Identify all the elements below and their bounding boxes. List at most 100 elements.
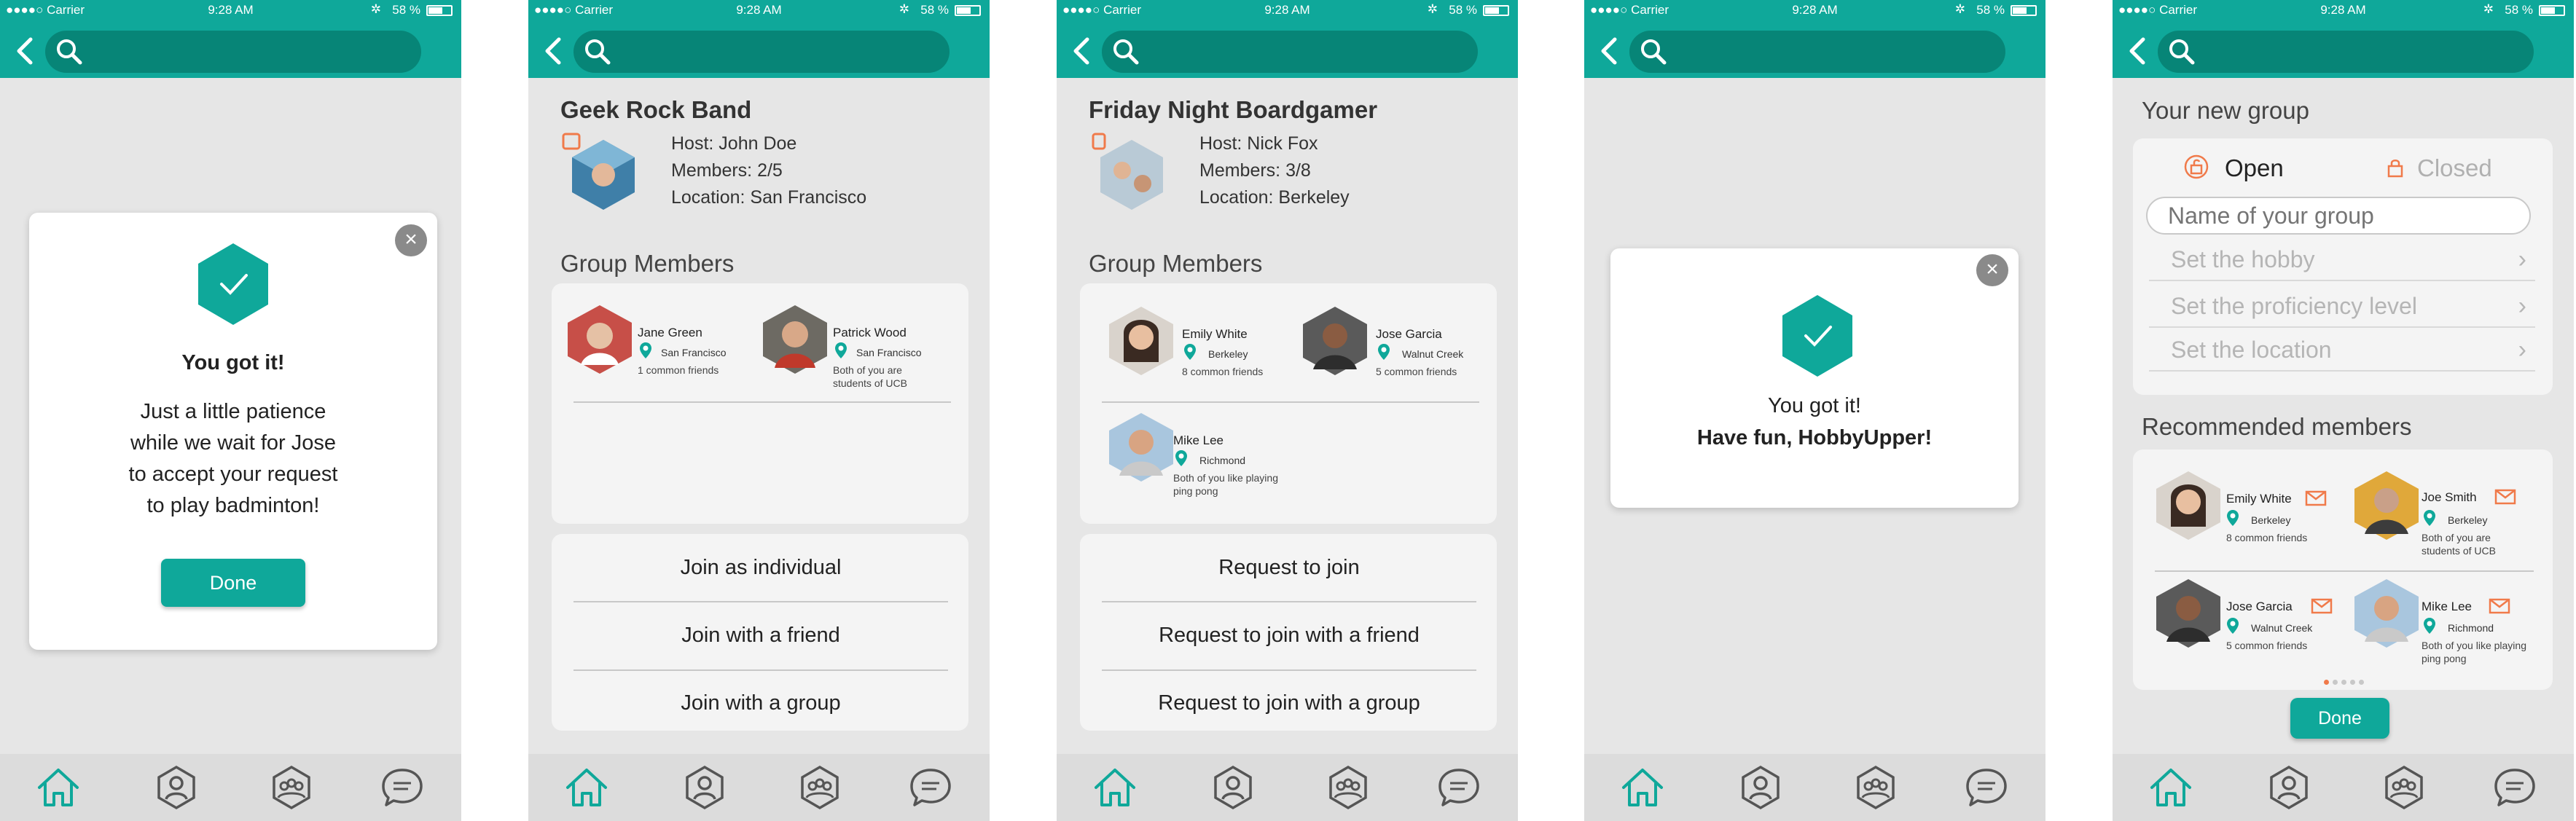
carousel-dot[interactable] (2341, 680, 2346, 685)
carousel-dot[interactable] (2350, 680, 2355, 685)
tab-profile[interactable] (681, 764, 728, 811)
tab-profile[interactable] (2266, 764, 2312, 811)
join-with-friend-button[interactable]: Join with a friend (573, 602, 948, 669)
tab-chat[interactable] (2491, 764, 2538, 811)
battery-percent: 58 % (1976, 3, 2005, 17)
message-line: Just a little patience (140, 400, 326, 423)
back-arrow-icon[interactable] (1070, 36, 1095, 66)
home-icon (38, 769, 79, 806)
member-name: Emily White (2226, 492, 2292, 506)
avatar (568, 305, 632, 374)
close-icon[interactable]: × (395, 224, 427, 256)
mail-icon[interactable] (2489, 598, 2510, 614)
search-input[interactable] (2201, 38, 2522, 66)
carousel-dot[interactable] (2359, 680, 2364, 685)
tab-home[interactable] (1092, 764, 1138, 811)
back-arrow-icon[interactable] (541, 36, 566, 66)
tab-home[interactable] (35, 764, 82, 811)
tab-home[interactable] (2148, 764, 2194, 811)
location-pin-icon (1175, 450, 1187, 466)
home-icon (2150, 769, 2191, 806)
group-name: Friday Night Boardgamer (1089, 96, 1378, 123)
group-location: Location: San Francisco (671, 187, 867, 208)
battery-icon (2539, 5, 2565, 16)
back-arrow-icon[interactable] (13, 36, 38, 66)
chevron-right-icon: › (2518, 336, 2526, 364)
request-join-friend-button[interactable]: Request to join with a friend (1102, 602, 1476, 669)
member-note: 5 common friends (2226, 640, 2308, 651)
carousel-dot[interactable] (2333, 680, 2338, 685)
app-header: ●●●●○ Carrier 9:28 AM ✲ 58 % (0, 0, 461, 78)
tab-bar (1584, 754, 2045, 821)
mail-icon[interactable] (2305, 490, 2327, 506)
tab-profile[interactable] (1737, 764, 1784, 811)
member-note: Both of you like playing ping pong (2422, 640, 2526, 664)
member-location: Berkeley (1208, 348, 1248, 360)
search-bar[interactable] (573, 31, 950, 73)
request-options-panel: Request to join Request to join with a f… (1080, 534, 1497, 731)
search-input[interactable] (89, 38, 410, 66)
tab-profile[interactable] (1210, 764, 1256, 811)
battery-percent: 58 % (2505, 3, 2533, 17)
close-icon[interactable]: × (1976, 254, 2008, 286)
mail-icon[interactable] (2311, 598, 2333, 614)
mail-icon[interactable] (2494, 489, 2516, 505)
search-input[interactable] (1146, 38, 1466, 66)
recommended-title: Recommended members (2142, 413, 2412, 440)
phone-screen-group-detail: ●●●●○ Carrier 9:28 AM ✲ 58 % Geek Rock B… (528, 0, 990, 821)
search-bar[interactable] (1629, 31, 2005, 73)
back-arrow-icon[interactable] (2126, 36, 2150, 66)
avatar (763, 305, 827, 374)
tab-bar (2113, 754, 2574, 821)
search-input[interactable] (1673, 38, 1994, 66)
search-bar[interactable] (2158, 31, 2534, 73)
page-title: Your new group (2142, 97, 2309, 124)
carousel-dots[interactable] (2324, 675, 2368, 688)
group-host: Host: Nick Fox (1199, 133, 1318, 154)
tab-groups[interactable] (1325, 764, 1371, 811)
tab-chat[interactable] (1436, 764, 1482, 811)
tab-groups[interactable] (1852, 764, 1899, 811)
group-name-input[interactable] (2146, 197, 2531, 235)
request-join-group-button[interactable]: Request to join with a group (1102, 669, 1476, 736)
set-location-row[interactable]: Set the location › (2149, 328, 2535, 372)
battery-icon (2011, 5, 2037, 16)
tab-chat[interactable] (1963, 764, 2010, 811)
member-note: 5 common friends (1376, 366, 1457, 377)
tab-chat[interactable] (379, 764, 426, 811)
search-bar[interactable] (1102, 31, 1478, 73)
tab-home[interactable] (563, 764, 610, 811)
tab-groups[interactable] (268, 764, 315, 811)
member-name: Joe Smith (2422, 490, 2477, 504)
done-button[interactable]: Done (2290, 698, 2389, 739)
tab-groups[interactable] (2381, 764, 2427, 811)
set-proficiency-row[interactable]: Set the proficiency level › (2149, 284, 2535, 328)
group-hexagon-icon (2385, 765, 2423, 810)
app-header: ●●●●○ Carrier 9:28 AM ✲ 58 % (1584, 0, 2045, 78)
member-name: Jose Garcia (1376, 327, 1442, 341)
member-name: Emily White (1182, 327, 1248, 341)
location-pin-icon (835, 342, 847, 358)
member-note: 8 common friends (2226, 532, 2308, 543)
tab-profile[interactable] (153, 764, 200, 811)
carousel-dot[interactable] (2324, 680, 2329, 685)
request-join-button[interactable]: Request to join (1102, 534, 1476, 601)
battery-percent: 58 % (1449, 3, 1477, 17)
join-individual-button[interactable]: Join as individual (573, 534, 948, 601)
done-button[interactable]: Done (161, 559, 305, 607)
message-line: while we wait for Jose (130, 431, 337, 455)
tab-home[interactable] (1619, 764, 1666, 811)
tab-groups[interactable] (796, 764, 843, 811)
dialog-heading: You got it! (1768, 394, 1861, 417)
member-location: Walnut Creek (1402, 348, 1464, 360)
profile-hexagon-icon (1742, 765, 1780, 810)
location-pin-icon (2227, 618, 2239, 634)
avatar (1109, 413, 1173, 482)
join-with-group-button[interactable]: Join with a group (573, 669, 948, 736)
set-hobby-row[interactable]: Set the hobby › (2149, 237, 2535, 281)
tab-chat[interactable] (907, 764, 954, 811)
search-bar[interactable] (45, 31, 421, 73)
search-input[interactable] (617, 38, 938, 66)
battery-icon (426, 5, 453, 16)
back-arrow-icon[interactable] (1597, 36, 1622, 66)
